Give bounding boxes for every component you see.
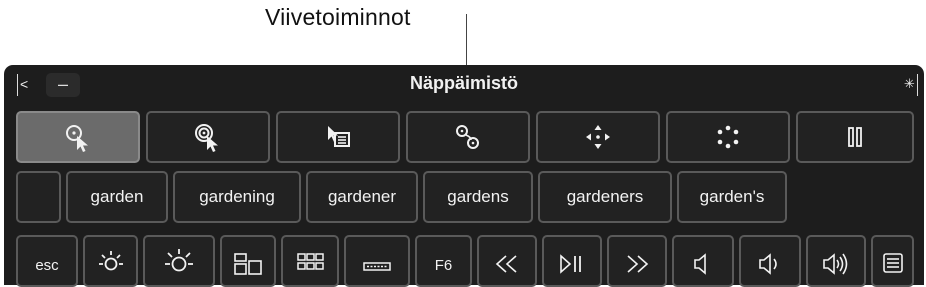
play-pause-icon [560,254,581,274]
fast-forward-key[interactable] [607,235,667,287]
dwell-pause-button[interactable] [796,111,914,163]
dwell-left-click-button[interactable] [16,111,140,163]
suggestion-label: gardening [199,187,275,206]
rewind-icon [495,255,517,273]
mute-icon [694,253,706,275]
dwell-double-click-button[interactable] [146,111,270,163]
brightness-up-icon [165,249,193,272]
rewind-key[interactable] [477,235,537,287]
callout-pointer-line [466,14,467,68]
window-title: Näppäimistö [409,73,519,93]
keyboard-backlight-key[interactable] [344,235,410,287]
suggestion-word[interactable]: gardeners [538,171,672,223]
scroll-menu-icon [586,125,610,149]
esc-key-label: esc [35,256,59,274]
volume-up-icon [823,253,848,275]
drag-and-drop-icon [456,125,479,149]
brightness-up-key[interactable] [143,235,215,287]
pause-icon [848,127,862,147]
suggestion-word[interactable]: gardens [423,171,533,223]
mission-control-key[interactable] [220,235,276,287]
reposition-icon [717,125,739,149]
dwell-reposition-button[interactable] [666,111,790,163]
brightness-down-key[interactable] [83,235,138,287]
callout-label: Viivetoiminnot [265,4,411,30]
title-bar: < – Näppäimistö ✳ [4,65,924,107]
fast-forward-icon [627,255,649,273]
list-key[interactable] [871,235,914,287]
volume-down-icon [759,253,777,275]
play-pause-key[interactable] [542,235,602,287]
suggestion-label: garden's [699,187,765,206]
dwell-scroll-menu-button[interactable] [536,111,660,163]
launchpad-icon [297,253,324,270]
volume-up-key[interactable] [806,235,866,287]
esc-key[interactable]: esc [16,235,78,287]
suggestion-word[interactable]: gardening [173,171,301,223]
f6-key[interactable]: F6 [415,235,472,287]
suggestion-word[interactable]: garden [66,171,168,223]
right-click-menu-icon [328,126,350,147]
launchpad-key[interactable] [281,235,339,287]
suggestion-empty-key[interactable] [16,171,61,223]
suggestion-label: gardeners [566,187,644,206]
suggestion-label: gardens [447,187,509,206]
left-click-icon [66,125,88,152]
suggestion-word[interactable]: garden's [677,171,787,223]
keyboard-backlight-icon [363,262,391,271]
dwell-drag-drop-button[interactable] [406,111,530,163]
brightness-down-icon [98,251,123,271]
keyboard-panel: < – Näppäimistö ✳ garden gardening garde… [4,65,924,287]
suggestion-label: garden [90,187,144,206]
dwell-right-click-menu-button[interactable] [276,111,400,163]
mute-key[interactable] [672,235,734,287]
mission-control-icon [234,253,262,275]
list-icon [882,253,903,273]
panel-options-button[interactable]: ✳ [904,74,918,96]
volume-down-key[interactable] [739,235,801,287]
suggestion-word[interactable]: gardener [306,171,418,223]
f6-key-label: F6 [434,256,453,274]
suggestion-label: gardener [327,187,397,206]
double-click-icon [195,124,218,152]
